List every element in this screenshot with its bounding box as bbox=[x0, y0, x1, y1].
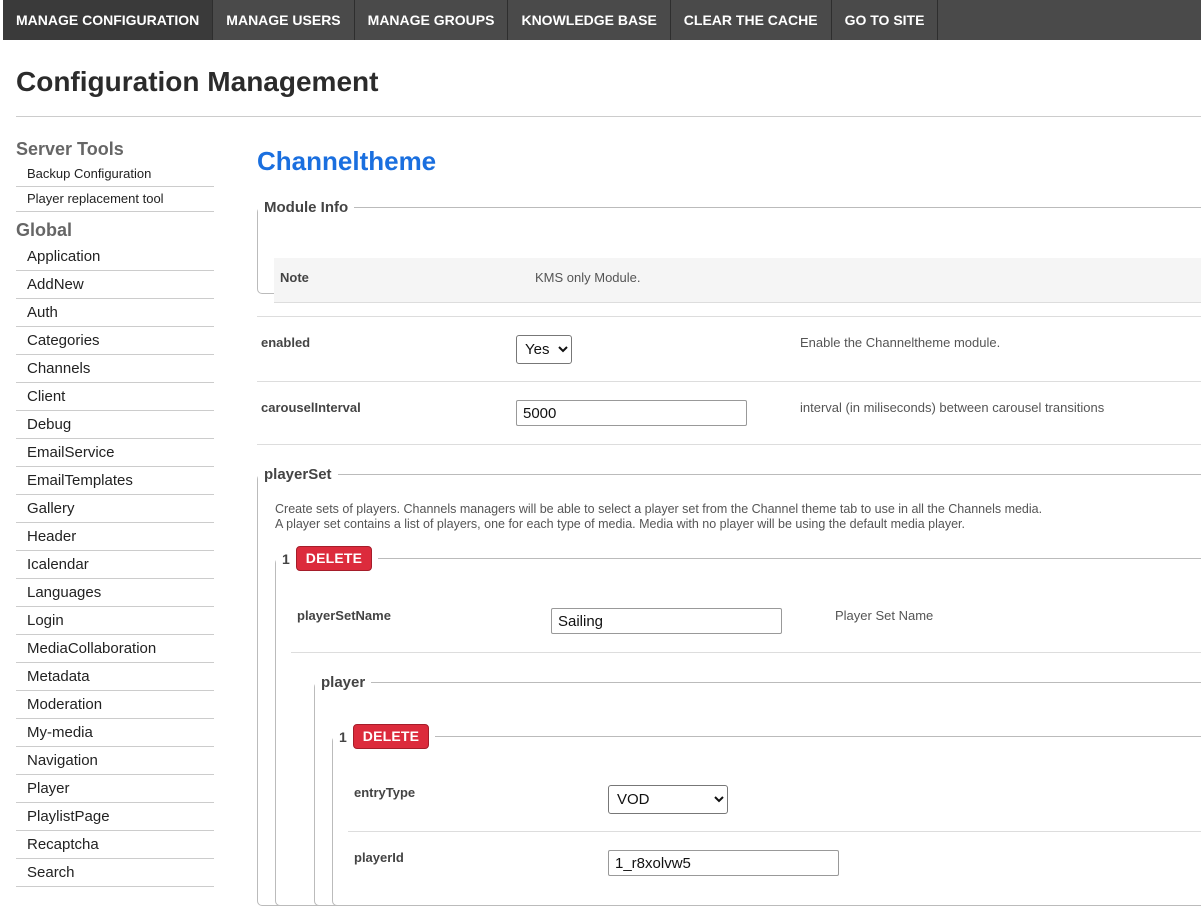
carousel-interval-input[interactable] bbox=[516, 400, 747, 426]
player-item-number: 1 bbox=[339, 728, 347, 745]
carousel-interval-description: interval (in miliseconds) between carous… bbox=[800, 400, 1105, 415]
sidebar-item-icalendar[interactable]: Icalendar bbox=[16, 551, 214, 579]
enabled-select[interactable]: Yes bbox=[516, 335, 572, 364]
sidebar-item-metadata[interactable]: Metadata bbox=[16, 663, 214, 691]
sidebar-item-gallery[interactable]: Gallery bbox=[16, 495, 214, 523]
nav-clear-cache[interactable]: CLEAR THE CACHE bbox=[671, 0, 832, 40]
player-set-item-number: 1 bbox=[282, 550, 290, 567]
nav-manage-groups[interactable]: MANAGE GROUPS bbox=[355, 0, 509, 40]
sidebar-item-client[interactable]: Client bbox=[16, 383, 214, 411]
sidebar-heading-global: Global bbox=[16, 220, 73, 240]
top-nav: MANAGE CONFIGURATION MANAGE USERS MANAGE… bbox=[3, 0, 1201, 40]
sidebar-item-recaptcha[interactable]: Recaptcha bbox=[16, 831, 214, 859]
module-info-legend: Module Info bbox=[264, 199, 349, 216]
player-id-input[interactable] bbox=[608, 850, 839, 876]
sidebar-item-application[interactable]: Application bbox=[16, 243, 214, 271]
module-info-fieldset: Module Info Note KMS only Module. bbox=[257, 199, 1201, 303]
sidebar-item-login[interactable]: Login bbox=[16, 607, 214, 635]
sidebar-item-auth[interactable]: Auth bbox=[16, 299, 214, 327]
sidebar-item-playlistpage[interactable]: PlaylistPage bbox=[16, 803, 214, 831]
player-id-label: playerId bbox=[354, 850, 404, 865]
enabled-description: Enable the Channeltheme module. bbox=[800, 335, 1001, 350]
player-set-name-label: playerSetName bbox=[297, 608, 391, 623]
note-label: Note bbox=[280, 270, 309, 285]
sidebar-item-navigation[interactable]: Navigation bbox=[16, 747, 214, 775]
divider bbox=[348, 831, 1201, 832]
sidebar-item-my-media[interactable]: My-media bbox=[16, 719, 214, 747]
sidebar-item-player[interactable]: Player bbox=[16, 775, 214, 803]
sidebar-item-mediacollaboration[interactable]: MediaCollaboration bbox=[16, 635, 214, 663]
sidebar-item-addnew[interactable]: AddNew bbox=[16, 271, 214, 299]
sidebar-item-languages[interactable]: Languages bbox=[16, 579, 214, 607]
player-item: 1 DELETE bbox=[332, 724, 1201, 906]
sidebar-item-backup-configuration[interactable]: Backup Configuration bbox=[16, 162, 214, 187]
divider bbox=[257, 444, 1201, 445]
sidebar-item-debug[interactable]: Debug bbox=[16, 411, 214, 439]
sidebar-heading-server-tools: Server Tools bbox=[16, 139, 124, 159]
divider bbox=[257, 316, 1201, 317]
nav-manage-configuration[interactable]: MANAGE CONFIGURATION bbox=[3, 0, 214, 40]
player-set-description-line-2: A player set contains a list of players,… bbox=[275, 517, 965, 531]
nav-manage-users[interactable]: MANAGE USERS bbox=[213, 0, 355, 40]
enabled-label: enabled bbox=[261, 335, 311, 350]
sidebar-item-channels[interactable]: Channels bbox=[16, 355, 214, 383]
entry-type-select[interactable]: VOD bbox=[608, 785, 728, 814]
delete-player-button[interactable]: DELETE bbox=[352, 724, 430, 749]
player-set-description: Create sets of players. Channels manager… bbox=[275, 502, 1042, 532]
sidebar-item-moderation[interactable]: Moderation bbox=[16, 691, 214, 719]
sidebar-item-categories[interactable]: Categories bbox=[16, 327, 214, 355]
player-set-description-line-1: Create sets of players. Channels manager… bbox=[275, 502, 1043, 516]
player-set-name-description: Player Set Name bbox=[835, 608, 934, 623]
nav-go-to-site[interactable]: GO TO SITE bbox=[832, 0, 939, 40]
player-set-legend: playerSet bbox=[264, 466, 332, 483]
sidebar-item-search[interactable]: Search bbox=[16, 859, 214, 887]
divider bbox=[291, 652, 1201, 653]
module-title: Channeltheme bbox=[257, 146, 437, 176]
entry-type-label: entryType bbox=[354, 785, 416, 800]
divider bbox=[257, 381, 1201, 382]
sidebar-item-player-replacement-tool[interactable]: Player replacement tool bbox=[16, 187, 214, 212]
note-value: KMS only Module. bbox=[535, 270, 641, 285]
sidebar-global-list: Application AddNew Auth Categories Channels C… bbox=[16, 243, 214, 887]
player-set-name-input[interactable] bbox=[551, 608, 782, 634]
nav-knowledge-base[interactable]: KNOWLEDGE BASE bbox=[508, 0, 671, 40]
sidebar-item-emailtemplates[interactable]: EmailTemplates bbox=[16, 467, 214, 495]
sidebar: Server Tools Backup Configuration Player… bbox=[16, 137, 214, 887]
delete-player-set-button[interactable]: DELETE bbox=[295, 546, 373, 571]
sidebar-item-header[interactable]: Header bbox=[16, 523, 214, 551]
note-row: Note KMS only Module. bbox=[274, 258, 1201, 303]
player-legend: player bbox=[321, 674, 366, 691]
sidebar-item-emailservice[interactable]: EmailService bbox=[16, 439, 214, 467]
title-divider bbox=[16, 116, 1201, 117]
page-title: Configuration Management bbox=[16, 66, 379, 97]
carousel-interval-label: carouselInterval bbox=[261, 400, 361, 415]
